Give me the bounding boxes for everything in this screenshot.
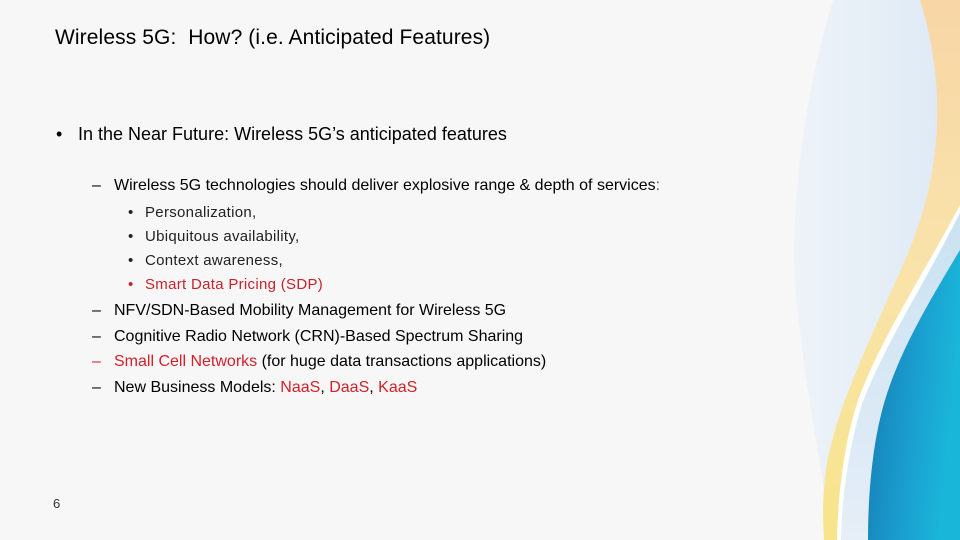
sub-bullet-intro: – Wireless 5G technologies should deliver… xyxy=(92,177,660,195)
business-model-naas: NaaS xyxy=(280,379,321,396)
feature-item-text: New Business Models: xyxy=(114,379,281,396)
feature-item: – Small Cell Networks (for huge data tran… xyxy=(92,353,546,371)
bullet-marker: • xyxy=(56,124,63,144)
feature-item-text: Cognitive Radio Network (CRN)-Based Spec… xyxy=(114,328,524,345)
slide: Wireless 5G: How? (i.e. Anticipated Feat… xyxy=(0,0,960,540)
sub-bullet-intro-text: Wireless 5G technologies should deliver … xyxy=(114,177,656,194)
feature-item-highlight: Small Cell Networks xyxy=(114,353,258,370)
business-model-kaas: KaaS xyxy=(378,379,418,396)
dash-marker: – xyxy=(92,328,101,345)
service-item-text: Personalization, xyxy=(145,204,257,221)
dash-marker: – xyxy=(92,177,101,194)
dash-marker: – xyxy=(92,302,101,319)
business-model-daas: DaaS xyxy=(329,379,370,396)
slide-title: Wireless 5G: How? (i.e. Anticipated Feat… xyxy=(55,26,491,49)
service-item: • Context awareness, xyxy=(128,252,283,269)
service-item-text: Smart Data Pricing (SDP) xyxy=(145,276,324,293)
sub-bullet-intro-suffix: : xyxy=(655,177,661,194)
service-item-highlighted: • Smart Data Pricing (SDP) xyxy=(128,276,323,293)
service-item-text: Context awareness, xyxy=(145,252,283,269)
service-item: • Ubiquitous availability, xyxy=(128,228,300,245)
feature-item-text: (for huge data transactions applications… xyxy=(257,353,547,370)
bullet-marker: • xyxy=(128,276,134,293)
dash-marker: – xyxy=(92,379,101,396)
feature-item: – New Business Models: NaaS, DaaS, KaaS xyxy=(92,379,417,397)
bullet-marker: • xyxy=(128,228,134,245)
feature-item: – NFV/SDN-Based Mobility Management for W… xyxy=(92,302,506,320)
bullet-marker: • xyxy=(128,252,134,269)
service-item-text: Ubiquitous availability, xyxy=(145,228,300,245)
service-item: • Personalization, xyxy=(128,204,257,221)
page-number: 6 xyxy=(53,496,61,511)
separator: , xyxy=(320,379,330,396)
dash-marker: – xyxy=(92,353,101,370)
main-bullet: • In the Near Future: Wireless 5G’s antic… xyxy=(56,124,507,145)
separator: , xyxy=(369,379,379,396)
main-bullet-text: In the Near Future: Wireless 5G’s antici… xyxy=(78,124,507,144)
feature-item-text: NFV/SDN-Based Mobility Management for Wi… xyxy=(114,302,507,319)
bullet-marker: • xyxy=(128,204,134,221)
feature-item: – Cognitive Radio Network (CRN)-Based Spe… xyxy=(92,328,523,346)
